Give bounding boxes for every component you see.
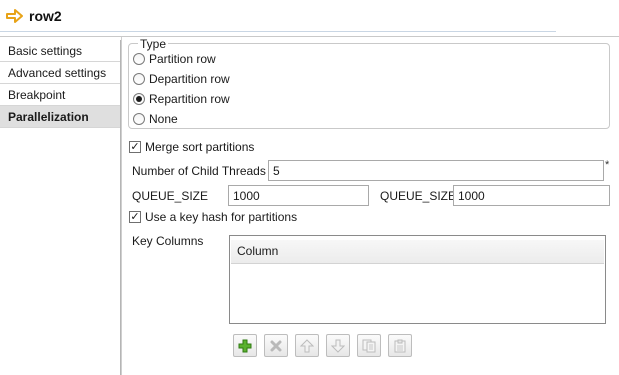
- required-marker: *: [605, 159, 610, 171]
- settings-panel: Type Partition row Departition row Repar…: [121, 37, 619, 375]
- radio-label: Partition row: [149, 52, 216, 66]
- child-threads-label: Number of Child Threads: [132, 164, 266, 178]
- radio-button[interactable]: [133, 53, 145, 65]
- radio-label: Departition row: [149, 72, 230, 86]
- merge-sort-checkbox[interactable]: ✓: [129, 141, 141, 153]
- column-header[interactable]: Column: [231, 240, 604, 264]
- sidebar-item-basic-settings[interactable]: Basic settings: [0, 40, 120, 62]
- paste-button[interactable]: [388, 334, 412, 357]
- radio-label: Repartition row: [149, 92, 230, 106]
- child-threads-input[interactable]: [268, 160, 604, 181]
- type-group: Type Partition row Departition row Repar…: [128, 38, 610, 129]
- key-columns-label: Key Columns: [132, 234, 204, 248]
- radio-label: None: [149, 112, 178, 126]
- radio-button[interactable]: [133, 113, 145, 125]
- copy-icon: [362, 339, 376, 352]
- arrow-down-icon: [331, 339, 345, 353]
- delete-button[interactable]: [264, 334, 288, 357]
- add-button[interactable]: [233, 334, 257, 357]
- title-bar: row2: [0, 0, 556, 32]
- merge-sort-checkbox-row[interactable]: ✓ Merge sort partitions: [129, 138, 254, 156]
- radio-departition-row[interactable]: Departition row: [133, 70, 230, 88]
- queue-size-input-2[interactable]: [453, 185, 610, 206]
- queue-size-input-1[interactable]: [228, 185, 369, 206]
- arrow-right-icon: [6, 8, 23, 23]
- radio-repartition-row[interactable]: Repartition row: [133, 90, 230, 108]
- sidebar-item-breakpoint[interactable]: Breakpoint: [0, 84, 120, 106]
- arrow-up-icon: [300, 338, 314, 352]
- sidebar-item-advanced-settings[interactable]: Advanced settings: [0, 62, 120, 84]
- plus-icon: [238, 339, 252, 352]
- page-title: row2: [29, 7, 62, 24]
- paste-icon: [394, 339, 406, 352]
- queue-size-label-2: QUEUE_SIZE: [380, 189, 457, 203]
- sidebar-item-parallelization[interactable]: Parallelization: [0, 106, 120, 128]
- radio-none[interactable]: None: [133, 110, 178, 128]
- key-columns-table[interactable]: Column: [229, 235, 606, 324]
- copy-button[interactable]: [357, 334, 381, 357]
- key-hash-checkbox-row[interactable]: ✓ Use a key hash for partitions: [129, 208, 297, 226]
- type-group-legend: Type: [138, 37, 169, 51]
- move-down-button[interactable]: [326, 334, 350, 357]
- radio-button[interactable]: [133, 93, 145, 105]
- move-up-button[interactable]: [295, 334, 319, 357]
- queue-size-label-1: QUEUE_SIZE: [132, 189, 209, 203]
- x-icon: [270, 340, 282, 351]
- merge-sort-label: Merge sort partitions: [145, 140, 255, 154]
- radio-button[interactable]: [133, 73, 145, 85]
- key-hash-label: Use a key hash for partitions: [145, 210, 298, 224]
- radio-partition-row[interactable]: Partition row: [133, 50, 216, 68]
- sidebar: Basic settings Advanced settings Breakpo…: [0, 40, 121, 375]
- key-hash-checkbox[interactable]: ✓: [129, 211, 141, 223]
